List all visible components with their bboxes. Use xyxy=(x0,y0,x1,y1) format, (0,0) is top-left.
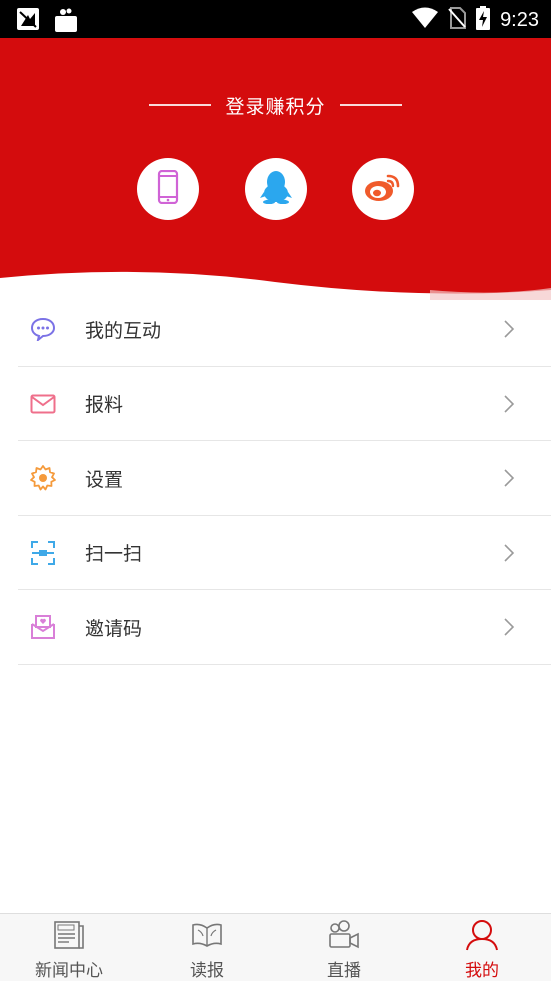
notification-icon xyxy=(16,7,40,37)
qq-login-button[interactable] xyxy=(245,158,307,220)
phone-icon xyxy=(157,169,179,208)
nav-tab-live[interactable]: 直播 xyxy=(275,914,413,981)
bottom-nav: 新闻中心 读报 直播 我的 xyxy=(0,913,551,981)
divider-line-left xyxy=(149,104,212,106)
social-login-row xyxy=(0,158,551,220)
nav-label: 读报 xyxy=(190,961,224,981)
status-bar-left xyxy=(16,7,78,37)
no-sim-icon xyxy=(448,7,467,33)
newspaper-icon xyxy=(52,920,86,950)
chevron-right-icon xyxy=(504,469,515,487)
scan-icon xyxy=(29,539,57,567)
gear-icon xyxy=(29,464,57,492)
menu-item-scan[interactable]: 扫一扫 xyxy=(0,516,551,591)
menu-item-label: 我的互动 xyxy=(85,319,162,342)
nav-label: 直播 xyxy=(327,961,361,981)
nav-label: 我的 xyxy=(465,961,499,981)
invite-envelope-icon xyxy=(29,613,57,641)
menu-item-label: 邀请码 xyxy=(85,617,143,640)
chevron-right-icon xyxy=(504,618,515,636)
menu-item-label: 设置 xyxy=(85,468,124,491)
profile-menu: 我的互动 报料 设置 扫一扫 邀请码 xyxy=(0,292,551,665)
chevron-right-icon xyxy=(504,544,515,562)
envelope-icon xyxy=(29,390,57,418)
menu-item-invite-code[interactable]: 邀请码 xyxy=(0,590,551,665)
menu-item-my-interactions[interactable]: 我的互动 xyxy=(0,292,551,367)
wifi-icon xyxy=(412,7,439,33)
user-icon xyxy=(465,920,499,951)
battery-charging-icon xyxy=(476,6,491,34)
login-prompt[interactable]: 登录赚积分 xyxy=(0,92,551,118)
open-book-icon xyxy=(190,920,224,950)
chevron-right-icon xyxy=(504,395,515,413)
chat-bubble-icon xyxy=(29,315,57,343)
weibo-icon xyxy=(364,172,402,206)
menu-item-label: 报料 xyxy=(85,394,124,417)
status-bar-right: 9:23 xyxy=(412,6,539,34)
nav-label: 新闻中心 xyxy=(35,961,103,981)
status-time: 9:23 xyxy=(500,8,539,31)
divider-line-right xyxy=(339,104,402,106)
menu-item-settings[interactable]: 设置 xyxy=(0,441,551,516)
status-bar: 9:23 xyxy=(0,0,551,38)
nav-tab-news-center[interactable]: 新闻中心 xyxy=(0,914,138,981)
qq-penguin-icon xyxy=(260,170,292,208)
video-camera-icon xyxy=(327,920,361,950)
menu-item-label: 扫一扫 xyxy=(85,543,143,566)
phone-login-button[interactable] xyxy=(137,158,199,220)
chevron-right-icon xyxy=(504,320,515,338)
shopping-bag-icon xyxy=(54,7,78,37)
nav-tab-mine[interactable]: 我的 xyxy=(413,914,551,981)
login-title[interactable]: 登录赚积分 xyxy=(225,92,325,119)
menu-item-report[interactable]: 报料 xyxy=(0,367,551,442)
weibo-login-button[interactable] xyxy=(352,158,414,220)
nav-tab-read-paper[interactable]: 读报 xyxy=(138,914,276,981)
profile-header: 登录赚积分 xyxy=(0,38,551,300)
